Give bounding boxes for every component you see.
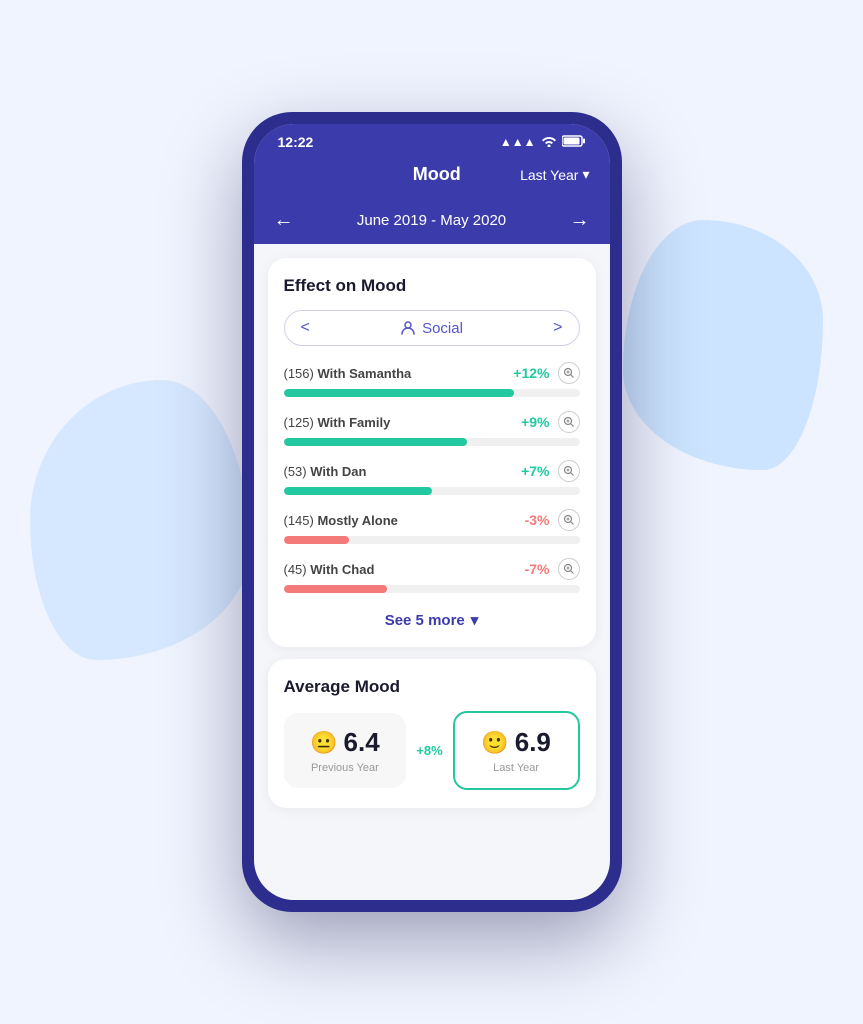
zoom-icon[interactable] (558, 460, 580, 482)
last-year-emoji: 🙂 (481, 730, 508, 756)
previous-year-box: 😐 6.4 Previous Year (284, 713, 407, 788)
scene: 12:22 ▲▲▲ (0, 0, 863, 1024)
bar-track (284, 536, 580, 544)
prev-year-emoji: 😐 (310, 730, 337, 756)
prev-year-label: Previous Year (294, 762, 397, 774)
signal-icon: ▲▲▲ (500, 135, 536, 149)
zoom-icon[interactable] (558, 509, 580, 531)
status-icons: ▲▲▲ (500, 135, 586, 150)
bar-fill (284, 536, 349, 544)
prev-arrow[interactable]: ← (274, 209, 294, 232)
category-selector[interactable]: < Social > (284, 310, 580, 346)
wifi-icon (541, 135, 557, 150)
mood-item-percent: +12% (513, 365, 549, 381)
mood-item-name: (145) Mostly Alone (284, 513, 398, 528)
mood-items-list: (156) With Samantha +12% (125) Wit (284, 362, 580, 593)
effect-on-mood-title: Effect on Mood (284, 276, 580, 296)
effect-on-mood-card: Effect on Mood < Social > (268, 258, 596, 647)
bar-track (284, 487, 580, 495)
phone-screen: 12:22 ▲▲▲ (254, 124, 610, 900)
mood-item: (125) With Family +9% (284, 411, 580, 446)
category-label: Social (400, 320, 463, 337)
category-left-chevron[interactable]: < (301, 319, 310, 337)
person-icon (400, 320, 416, 336)
period-label: Last Year (520, 167, 578, 183)
prev-year-value: 😐 6.4 (294, 727, 397, 758)
mood-item-right: +7% (521, 460, 579, 482)
last-year-box: 🙂 6.9 Last Year (453, 711, 580, 790)
mood-item-name: (156) With Samantha (284, 366, 412, 381)
nav-date: June 2019 - May 2020 (357, 212, 506, 229)
mood-item-percent: +9% (521, 414, 549, 430)
content-area: Effect on Mood < Social > (254, 244, 610, 900)
period-selector[interactable]: Last Year ▾ (520, 166, 589, 183)
battery-icon (562, 135, 586, 150)
mood-item-right: +9% (521, 411, 579, 433)
mood-item-name: (53) With Dan (284, 464, 367, 479)
blob-left (30, 380, 250, 660)
zoom-icon[interactable] (558, 558, 580, 580)
bar-track (284, 389, 580, 397)
mood-item: (156) With Samantha +12% (284, 362, 580, 397)
mood-item-right: -7% (525, 558, 580, 580)
see-more-icon: ▾ (471, 611, 479, 629)
mood-item-right: +12% (513, 362, 579, 384)
mood-item-name: (45) With Chad (284, 562, 375, 577)
zoom-icon[interactable] (558, 411, 580, 433)
bar-track (284, 585, 580, 593)
blob-right (623, 220, 823, 470)
category-right-chevron[interactable]: > (553, 319, 562, 337)
mood-item-percent: +7% (521, 463, 549, 479)
mood-item-percent: -7% (525, 561, 550, 577)
mood-item-name: (125) With Family (284, 415, 391, 430)
next-arrow[interactable]: → (570, 209, 590, 232)
period-chevron: ▾ (582, 166, 589, 183)
mood-item-header: (156) With Samantha +12% (284, 362, 580, 384)
zoom-icon[interactable] (558, 362, 580, 384)
see-more-label: See 5 more (385, 612, 465, 629)
avg-mood-row: 😐 6.4 Previous Year +8% 🙂 6.9 Last Year (284, 711, 580, 790)
status-bar: 12:22 ▲▲▲ (254, 124, 610, 156)
nav-bar: ← June 2019 - May 2020 → (254, 199, 610, 244)
bar-fill (284, 487, 432, 495)
mood-item-right: -3% (525, 509, 580, 531)
mood-item: (53) With Dan +7% (284, 460, 580, 495)
bar-track (284, 438, 580, 446)
last-year-value: 🙂 6.9 (465, 727, 568, 758)
mood-item: (145) Mostly Alone -3% (284, 509, 580, 544)
mood-item-percent: -3% (525, 512, 550, 528)
mood-item-header: (145) Mostly Alone -3% (284, 509, 580, 531)
last-year-label: Last Year (465, 762, 568, 774)
phone-frame: 12:22 ▲▲▲ (242, 112, 622, 912)
mood-item-header: (53) With Dan +7% (284, 460, 580, 482)
app-header: Mood Last Year ▾ (254, 156, 610, 199)
average-mood-card: Average Mood 😐 6.4 Previous Year +8% (268, 659, 596, 808)
mood-item-header: (45) With Chad -7% (284, 558, 580, 580)
average-mood-title: Average Mood (284, 677, 580, 697)
mood-item-header: (125) With Family +9% (284, 411, 580, 433)
mood-item: (45) With Chad -7% (284, 558, 580, 593)
see-more-button[interactable]: See 5 more ▾ (284, 607, 580, 629)
bar-fill (284, 389, 515, 397)
header-title: Mood (354, 164, 521, 185)
change-badge: +8% (416, 743, 442, 758)
status-time: 12:22 (278, 134, 314, 150)
bar-fill (284, 438, 468, 446)
bar-fill (284, 585, 388, 593)
